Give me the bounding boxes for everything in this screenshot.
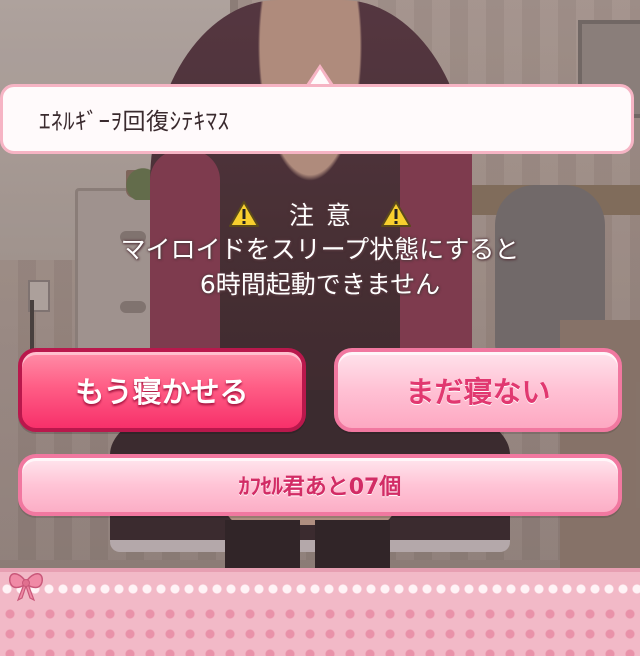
warning-title: 注意 (288, 201, 363, 230)
bubble-text: ｴﾈﾙｷﾞｰｦ回復ｼﾃｷﾏｽ (39, 109, 230, 135)
capsule-count-label: ｶﾌｾﾙ君あと07個 (238, 475, 402, 500)
warning-line-2: 6時間起動できません (199, 270, 441, 299)
not-yet-label: まだ寝ない (405, 375, 551, 409)
use-capsule-button[interactable]: ｶﾌｾﾙ君あと07個 (18, 454, 622, 516)
sleep-now-label: もう寝かせる (75, 375, 249, 409)
warning-header: 注意 (0, 196, 640, 232)
warning-icon (381, 201, 411, 227)
polka-dots (0, 604, 640, 656)
bottom-decor-strip (0, 568, 640, 656)
sleep-now-button[interactable]: もう寝かせる (18, 348, 306, 432)
not-yet-button[interactable]: まだ寝ない (334, 348, 622, 432)
lace-trim (0, 582, 640, 596)
warning-icon (228, 201, 259, 227)
speech-bubble: ｴﾈﾙｷﾞｰｦ回復ｼﾃｷﾏｽ (0, 84, 634, 154)
bow-icon (9, 573, 43, 602)
warning-line-1: マイロイドをスリープ状態にすると (120, 235, 520, 264)
warning-message: マイロイドをスリープ状態にすると 6時間起動できません (0, 232, 640, 302)
